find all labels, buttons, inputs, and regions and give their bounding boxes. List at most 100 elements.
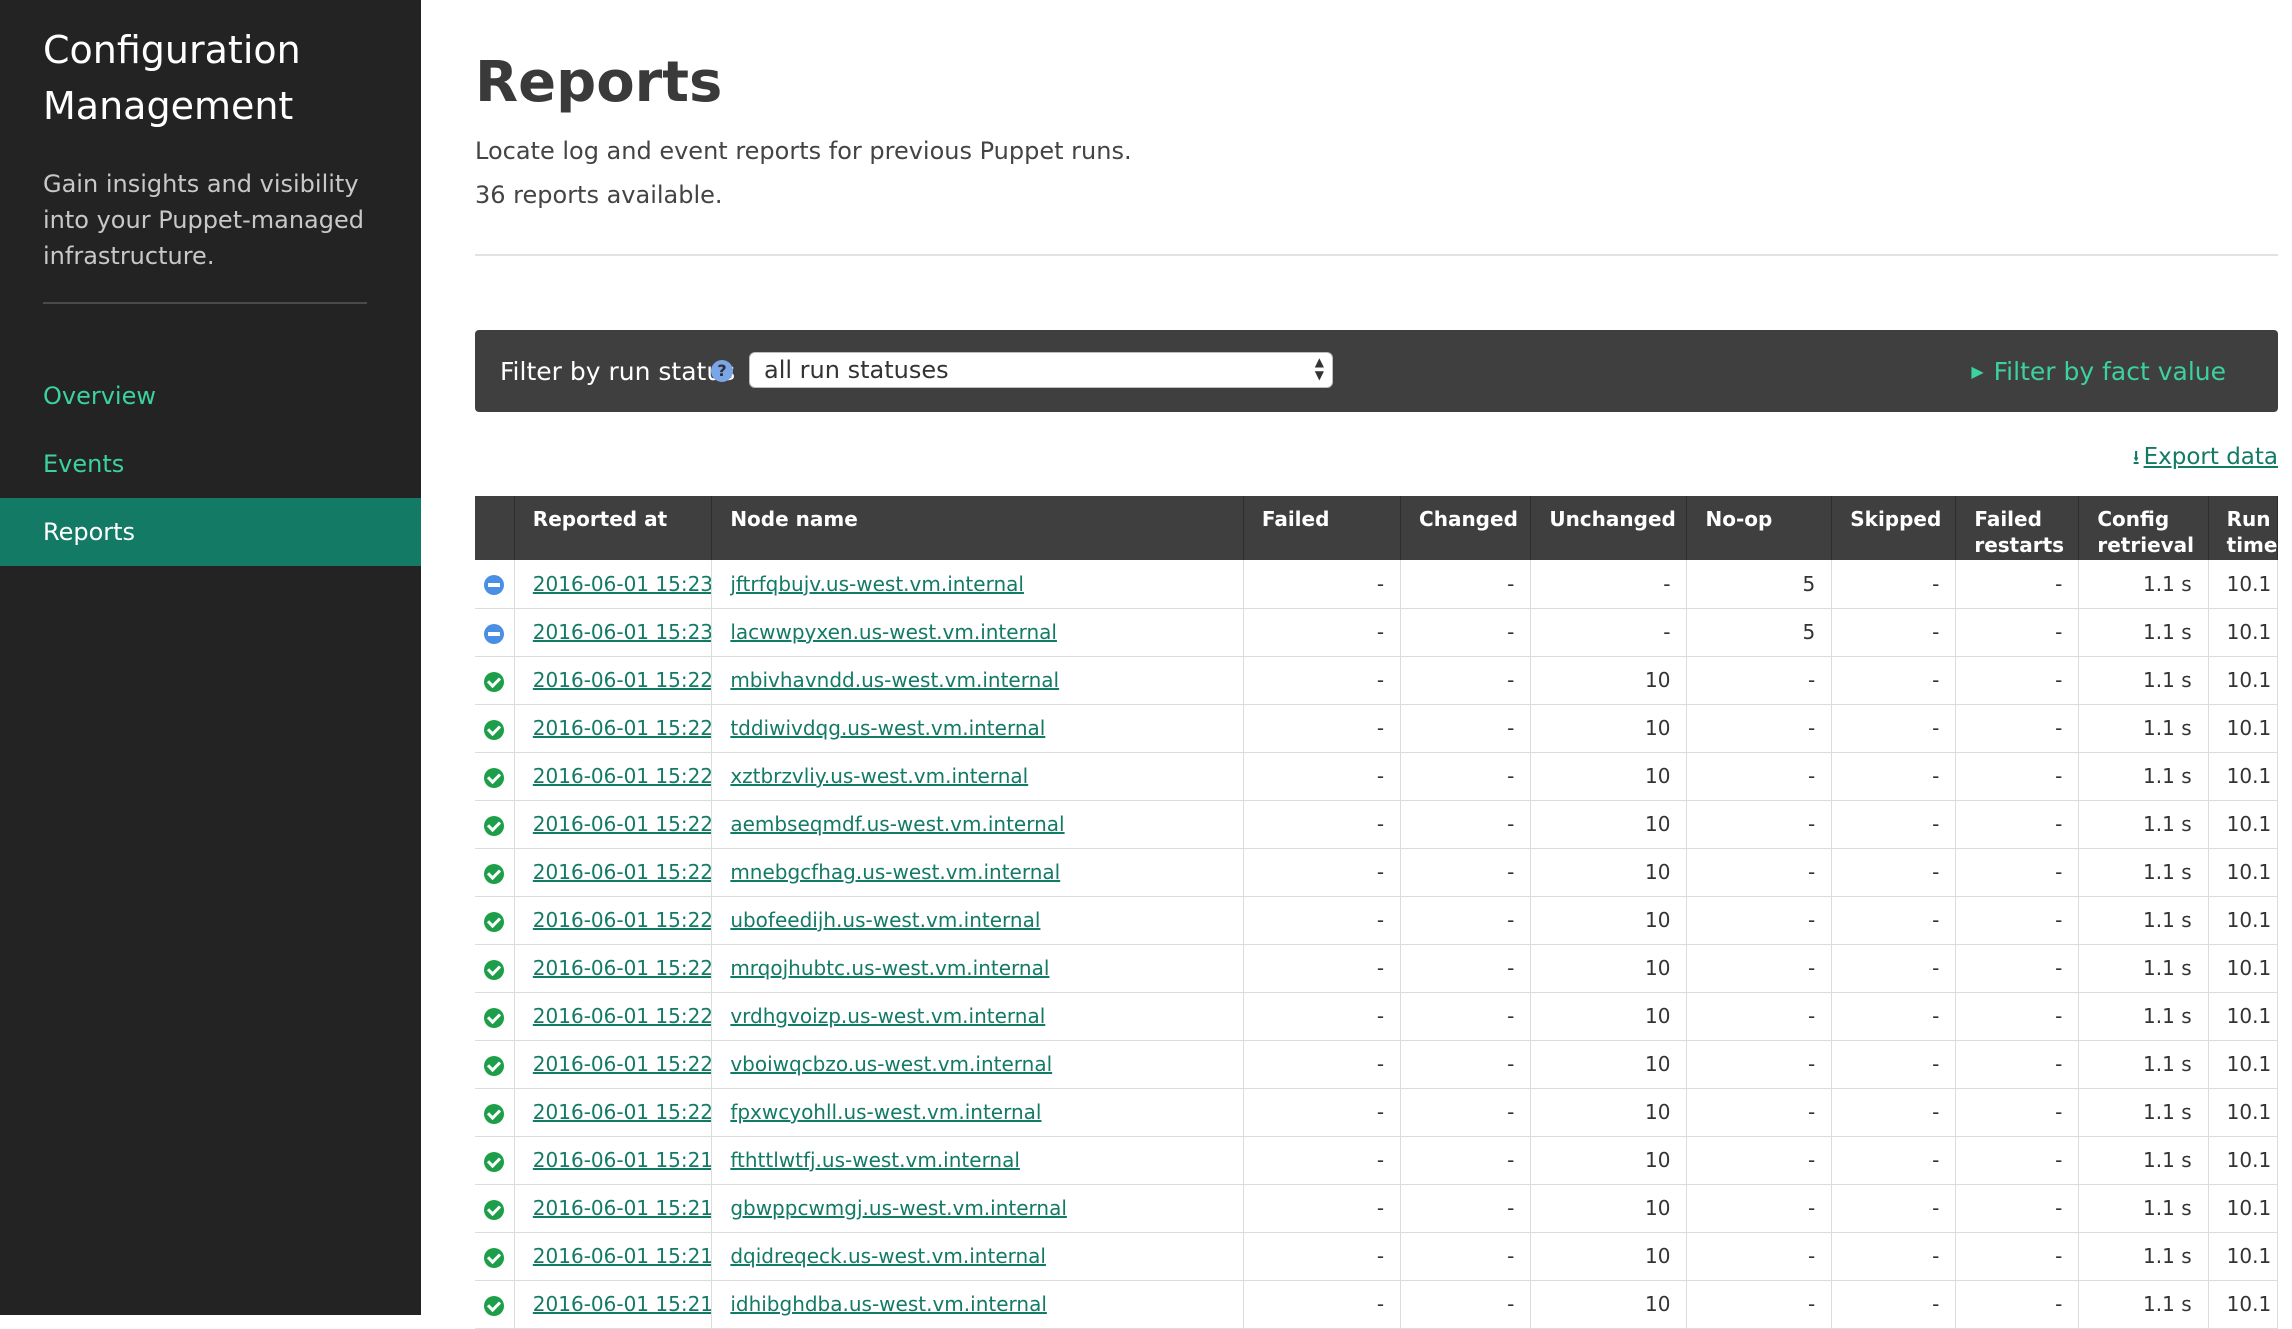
filter-by-fact-toggle[interactable]: ▶ Filter by fact value (1971, 352, 2226, 392)
cell-config-retrieval: 1.1 s (2078, 704, 2209, 753)
cell-config-retrieval: 1.1 s (2078, 992, 2209, 1041)
node-link[interactable]: fpxwcyohll.us-west.vm.internal (730, 1100, 1041, 1124)
cell-status (475, 848, 515, 897)
export-data-link[interactable]: ⭳ Export data (2133, 440, 2278, 474)
node-link[interactable]: aembseqmdf.us-west.vm.internal (730, 812, 1064, 836)
col-header-failed-restarts[interactable]: Failed restarts (1955, 496, 2080, 560)
cell-unchanged: 10 (1530, 752, 1688, 801)
cell-noop: - (1686, 1280, 1833, 1329)
report-link[interactable]: 2016-06-01 15:22:06 Z (533, 1052, 711, 1076)
sidebar-item-reports[interactable]: Reports (0, 498, 421, 566)
cell-config-retrieval: 1.1 s (2078, 1280, 2209, 1329)
report-link[interactable]: 2016-06-01 15:22:37 Z (533, 812, 711, 836)
cell-skipped: - (1831, 560, 1957, 609)
report-link[interactable]: 2016-06-01 15:22:31 Z (533, 860, 711, 884)
cell-unchanged: 10 (1530, 896, 1688, 945)
col-header-config-retrieval[interactable]: Config retrieval (2078, 496, 2209, 560)
report-link[interactable]: 2016-06-01 15:23:10 Z (533, 572, 711, 596)
report-link[interactable]: 2016-06-01 15:22:58 Z (533, 668, 711, 692)
cell-skipped: - (1831, 608, 1957, 657)
node-link[interactable]: tddiwivdqg.us-west.vm.internal (730, 716, 1045, 740)
col-header-failed[interactable]: Failed (1243, 496, 1402, 560)
report-link[interactable]: 2016-06-01 15:22:42 Z (533, 764, 711, 788)
filter-run-status-label: Filter by run status (500, 357, 736, 386)
report-link[interactable]: 2016-06-01 15:22:14 Z (533, 1004, 711, 1028)
cell-node-name: gbwppcwmgj.us-west.vm.internal (711, 1184, 1244, 1233)
cell-status (475, 800, 515, 849)
report-link[interactable]: 2016-06-01 15:21:43 Z (533, 1196, 711, 1220)
cell-reported-at: 2016-06-01 15:21:34 Z (514, 1280, 713, 1329)
node-link[interactable]: lacwwpyxen.us-west.vm.internal (730, 620, 1057, 644)
cell-unchanged: 10 (1530, 944, 1688, 993)
cell-failed: - (1243, 1184, 1402, 1233)
report-link[interactable]: 2016-06-01 15:21:53 Z (533, 1148, 711, 1172)
cell-noop: - (1686, 848, 1833, 897)
cell-noop: - (1686, 992, 1833, 1041)
node-link[interactable]: mnebgcfhag.us-west.vm.internal (730, 860, 1060, 884)
cell-reported-at: 2016-06-01 15:22:58 Z (514, 656, 713, 705)
report-link[interactable]: 2016-06-01 15:22:25 Z (533, 908, 711, 932)
report-link[interactable]: 2016-06-01 15:23:04 Z (533, 620, 711, 644)
run-status-select[interactable]: all run statuses ▲ ▼ (749, 352, 1333, 388)
table-row: 2016-06-01 15:21:53 Z fthttlwtfj.us-west.… (475, 1136, 2279, 1185)
cell-reported-at: 2016-06-01 15:22:20 Z (514, 944, 713, 993)
success-check-icon (484, 1103, 505, 1124)
node-link[interactable]: vrdhgvoizp.us-west.vm.internal (730, 1004, 1045, 1028)
cell-failed: - (1243, 800, 1402, 849)
col-header-skipped[interactable]: Skipped (1831, 496, 1957, 560)
select-arrows-icon: ▲ ▼ (1314, 355, 1324, 382)
reports-table-body: 2016-06-01 15:23:10 Z jftrfqbujv.us-west.… (475, 560, 2279, 1329)
report-link[interactable]: 2016-06-01 15:22:49 Z (533, 716, 711, 740)
col-header-unchanged[interactable]: Unchanged (1530, 496, 1688, 560)
node-link[interactable]: gbwppcwmgj.us-west.vm.internal (730, 1196, 1067, 1220)
cell-failed: - (1243, 848, 1402, 897)
cell-node-name: dqidreqeck.us-west.vm.internal (711, 1232, 1244, 1281)
cell-config-retrieval: 1.1 s (2078, 560, 2209, 609)
cell-failed: - (1243, 896, 1402, 945)
node-link[interactable]: xztbrzvliy.us-west.vm.internal (730, 764, 1028, 788)
col-header-noop[interactable]: No-op (1686, 496, 1833, 560)
col-header-reported-at[interactable]: Reported at (514, 496, 713, 560)
node-link[interactable]: vboiwqcbzo.us-west.vm.internal (730, 1052, 1052, 1076)
node-link[interactable]: idhibghdba.us-west.vm.internal (730, 1292, 1047, 1316)
sidebar-item-events[interactable]: Events (0, 430, 421, 498)
table-row: 2016-06-01 15:22:14 Z vrdhgvoizp.us-west.… (475, 992, 2279, 1041)
cell-node-name: mnebgcfhag.us-west.vm.internal (711, 848, 1244, 897)
cell-noop: - (1686, 656, 1833, 705)
cell-unchanged: - (1530, 608, 1688, 657)
node-link[interactable]: ubofeedijh.us-west.vm.internal (730, 908, 1040, 932)
cell-reported-at: 2016-06-01 15:22:42 Z (514, 752, 713, 801)
report-link[interactable]: 2016-06-01 15:22:00 Z (533, 1100, 711, 1124)
cell-noop: - (1686, 1088, 1833, 1137)
report-link[interactable]: 2016-06-01 15:21:38 Z (533, 1244, 711, 1268)
question-circle-icon[interactable]: ? (711, 360, 733, 382)
node-link[interactable]: dqidreqeck.us-west.vm.internal (730, 1244, 1046, 1268)
node-link[interactable]: mrqojhubtc.us-west.vm.internal (730, 956, 1049, 980)
cell-skipped: - (1831, 1184, 1957, 1233)
cell-failed-restarts: - (1955, 608, 2080, 657)
cell-unchanged: 10 (1530, 992, 1688, 1041)
cell-config-retrieval: 1.1 s (2078, 752, 2209, 801)
cell-status (475, 944, 515, 993)
col-header-run-time[interactable]: Run time (2208, 496, 2279, 560)
cell-reported-at: 2016-06-01 15:21:38 Z (514, 1232, 713, 1281)
cell-failed: - (1243, 656, 1402, 705)
cell-failed-restarts: - (1955, 944, 2080, 993)
report-link[interactable]: 2016-06-01 15:21:34 Z (533, 1292, 711, 1316)
cell-changed: - (1400, 992, 1532, 1041)
node-link[interactable]: mbivhavndd.us-west.vm.internal (730, 668, 1059, 692)
cell-failed-restarts: - (1955, 752, 2080, 801)
col-header-node-name[interactable]: Node name (711, 496, 1244, 560)
cell-skipped: - (1831, 704, 1957, 753)
sidebar-item-overview[interactable]: Overview (0, 362, 421, 430)
cell-run-time: 10.1 s (2208, 560, 2279, 609)
cell-failed: - (1243, 1280, 1402, 1329)
col-header-changed[interactable]: Changed (1400, 496, 1532, 560)
node-link[interactable]: jftrfqbujv.us-west.vm.internal (730, 572, 1024, 596)
table-row: 2016-06-01 15:22:25 Z ubofeedijh.us-west.… (475, 896, 2279, 945)
table-row: 2016-06-01 15:22:42 Z xztbrzvliy.us-west.… (475, 752, 2279, 801)
cell-config-retrieval: 1.1 s (2078, 1184, 2209, 1233)
table-row: 2016-06-01 15:21:34 Z idhibghdba.us-west.… (475, 1280, 2279, 1329)
report-link[interactable]: 2016-06-01 15:22:20 Z (533, 956, 711, 980)
node-link[interactable]: fthttlwtfj.us-west.vm.internal (730, 1148, 1020, 1172)
